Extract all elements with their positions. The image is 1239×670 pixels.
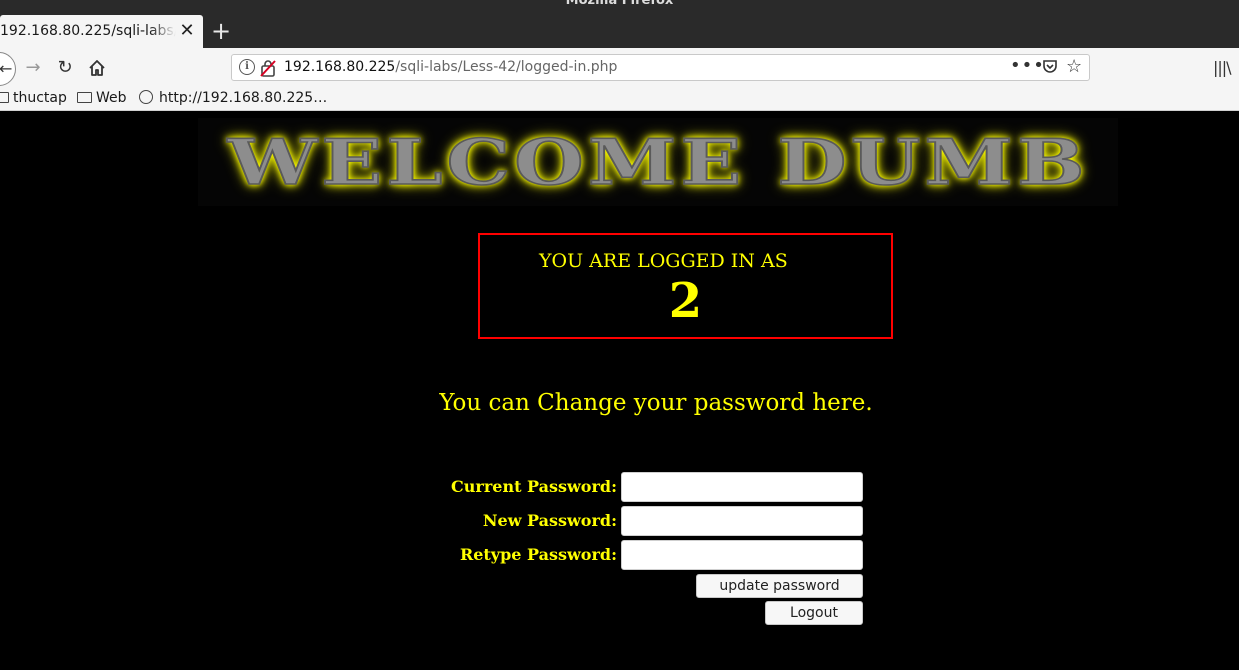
retype-password-input[interactable] [621, 540, 863, 570]
bookmark-label: Web [96, 90, 127, 106]
bookmark-thuctap[interactable]: thuctap [0, 90, 67, 106]
url-text[interactable]: 192.168.80.225/sqli-labs/Less-42/logged-… [284, 59, 617, 75]
browser-tab[interactable]: 192.168.80.225/sqli-labs/Less-42/logged-… [0, 15, 203, 48]
bookmarks-toolbar: thuctap Web http://192.168.80.225… [0, 87, 1239, 111]
address-bar[interactable]: i 192.168.80.225/sqli-labs/Less-42/logge… [231, 54, 1090, 81]
forward-arrow-icon[interactable]: → [22, 57, 44, 79]
logged-in-username: 2 [668, 273, 703, 329]
window-title: Mozilla Firefox [565, 0, 674, 8]
folder-icon [77, 92, 92, 103]
url-path: /sqli-labs/Less-42/logged-in.php [395, 59, 618, 75]
navigation-toolbar: ← → ↻ i 192.168.80.225/sqli-labs/Less-42… [0, 48, 1239, 87]
globe-icon [139, 90, 153, 104]
library-icon[interactable]: |||\ [1213, 58, 1232, 77]
back-button[interactable]: ← [0, 52, 16, 86]
banner-text: WELCOME DUMB [226, 125, 1089, 199]
bookmark-star-icon[interactable]: ☆ [1066, 56, 1082, 77]
retype-password-label: Retype Password: [459, 545, 617, 564]
tab-close-icon[interactable]: ✕ [178, 20, 196, 42]
tab-title: 192.168.80.225/sqli-labs/Less-42/logged-… [0, 23, 176, 39]
logout-button[interactable]: Logout [765, 601, 863, 625]
url-host: 192.168.80.225 [284, 59, 396, 75]
logged-in-box: YOU ARE LOGGED IN AS 2 [478, 233, 893, 339]
new-password-label: New Password: [482, 511, 617, 530]
insecure-lock-icon[interactable] [260, 59, 276, 77]
back-arrow-icon: ← [0, 59, 13, 78]
bookmark-label: thuctap [13, 90, 67, 106]
folder-icon [0, 92, 9, 103]
page-actions-icon[interactable]: ••• [1010, 55, 1045, 76]
update-password-button[interactable]: update password [696, 574, 863, 598]
reload-icon[interactable]: ↻ [54, 57, 76, 79]
home-icon[interactable] [86, 57, 108, 79]
site-info-icon[interactable]: i [239, 59, 255, 75]
current-password-label: Current Password: [451, 477, 617, 496]
bookmark-label: http://192.168.80.225… [159, 90, 328, 106]
pocket-icon[interactable] [1042, 59, 1058, 75]
change-password-message: You can Change your password here. [439, 390, 873, 416]
new-password-input[interactable] [621, 506, 863, 536]
current-password-input[interactable] [621, 472, 863, 502]
browser-titlebar: Mozilla Firefox 192.168.80.225/sqli-labs… [0, 0, 1239, 48]
new-tab-icon[interactable]: + [210, 18, 232, 44]
logged-in-label: YOU ARE LOGGED IN AS [539, 250, 788, 272]
welcome-banner: WELCOME DUMB [198, 118, 1118, 206]
bookmark-web[interactable]: Web [77, 90, 127, 106]
bookmark-url[interactable]: http://192.168.80.225… [139, 90, 327, 106]
